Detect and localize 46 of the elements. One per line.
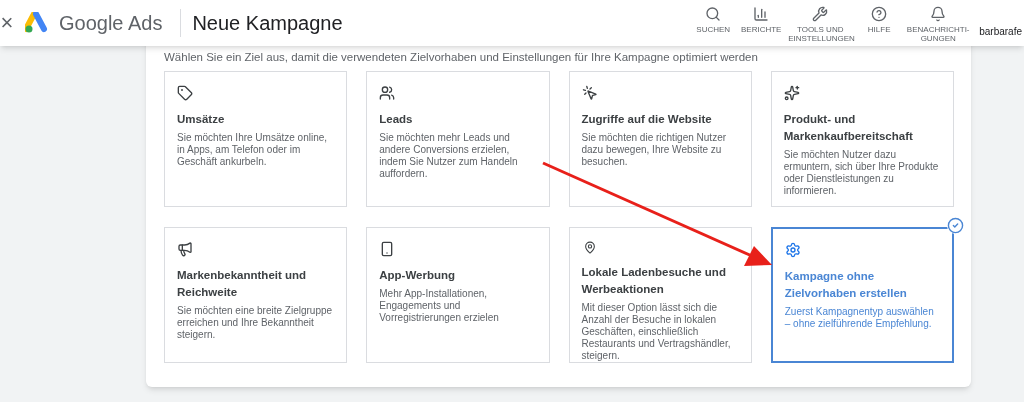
goal-description: Sie möchten mehr Leads und andere Conversions erzielen, indem Sie Nutzer zum Handeln auffordern. bbox=[379, 132, 519, 180]
people-icon bbox=[379, 85, 396, 101]
nav-button[interactable]: TOOLS UND EINSTELLUNGEN bbox=[785, 0, 856, 46]
goal-card[interactable]: Produkt- und Markenkaufbereitschaft Sie möchten Nutzer dazu ermuntern, sich über Ihre Produkte oder Dienstleistungen zu informieren. bbox=[770, 71, 954, 207]
user-name: barbarafe bbox=[979, 25, 1022, 39]
goal-title: Kampagne ohne Zielvorhaben erstellen bbox=[784, 269, 908, 301]
nav-button[interactable]: BENACHRICHTI-GUNGEN bbox=[903, 0, 974, 46]
close-button[interactable]: × bbox=[0, 12, 14, 34]
check-icon bbox=[947, 217, 964, 234]
bell-icon bbox=[930, 6, 947, 22]
goal-description: Sie möchten eine breite Zielgruppe erreichen und Ihre Bekanntheit steigern. bbox=[177, 305, 334, 341]
goal-title: Zugriffe auf die Website bbox=[581, 112, 712, 127]
tag-icon bbox=[177, 85, 193, 101]
goal-card[interactable]: Lokale Ladenbesuche und Werbeaktionen Mit dieser Option lässt sich die Anzahl der Besuche in lokalen Geschäften, einschließlich Restaurants und Vertragshändler, steigern. bbox=[568, 227, 752, 363]
goal-description: Mehr App-Installationen, Engagements und Vorregistrierungen erzielen bbox=[379, 288, 500, 324]
goal-card[interactable]: App-Werbung Mehr App-Installationen, Engagements und Vorregistrierungen erzielen bbox=[366, 227, 550, 363]
gear-icon bbox=[784, 242, 801, 258]
goal-card[interactable]: Leads Sie möchten mehr Leads und andere Conversions erzielen, indem Sie Nutzer zum Handeln auffordern. bbox=[366, 71, 550, 207]
goal-title: Leads bbox=[379, 112, 413, 127]
megaphone-icon bbox=[177, 241, 193, 257]
product-name: Google Ads bbox=[59, 11, 163, 36]
sparkles-icon bbox=[783, 85, 800, 101]
goal-description: Sie möchten Ihre Umsätze online, in Apps, am Telefon oder im Geschäft ankurbeln. bbox=[177, 132, 329, 168]
goal-title: Umsätze bbox=[177, 112, 225, 127]
help-icon bbox=[871, 6, 888, 22]
nav-button[interactable]: HILFE bbox=[855, 0, 904, 46]
goal-title: Produkt- und Markenkaufbereitschaft bbox=[783, 112, 914, 144]
wrench-icon bbox=[812, 6, 829, 22]
intro-text: Wählen Sie ein Ziel aus, damit die verwendeten Zielvorhaben und Einstellungen für Ihre Kampagne optimiert werden bbox=[164, 50, 759, 64]
cursor-click-icon bbox=[581, 85, 598, 101]
goal-title: Lokale Ladenbesuche und Werbeaktionen bbox=[581, 265, 727, 297]
goal-description: Sie möchten Nutzer dazu ermuntern, sich über Ihre Produkte oder Dienstleistungen zu informieren. bbox=[783, 149, 940, 197]
goal-card[interactable]: Kampagne ohne Zielvorhaben erstellen Zuerst Kampagnentyp auswählen – ohne zielführende Empfehlung. bbox=[770, 227, 954, 363]
goal-description: Zuerst Kampagnentyp auswählen – ohne zielführende Empfehlung. bbox=[784, 306, 935, 330]
bar-chart-icon bbox=[753, 6, 770, 22]
nav-button[interactable]: SUCHEN bbox=[689, 0, 738, 46]
page-title: Neue Kampagne bbox=[192, 11, 343, 36]
nav-button[interactable]: BERICHTE bbox=[737, 0, 786, 46]
goal-title: Markenbekanntheit und Reichweite bbox=[177, 268, 308, 300]
goal-card[interactable]: Markenbekanntheit und Reichweite Sie möchten eine breite Zielgruppe erreichen und Ihre Bekanntheit steigern. bbox=[164, 227, 348, 363]
goal-description: Mit dieser Option lässt sich die Anzahl der Besuche in lokalen Geschäften, einschließlich Restaurants und Vertragshändler, steigern. bbox=[581, 302, 732, 362]
goal-card[interactable]: Zugriffe auf die Website Sie möchten die richtigen Nutzer dazu bewegen, Ihre Website zu besuchen. bbox=[568, 71, 752, 207]
goal-title: App-Werbung bbox=[379, 268, 456, 283]
goal-card[interactable]: Umsätze Sie möchten Ihre Umsätze online, in Apps, am Telefon oder im Geschäft ankurbeln. bbox=[164, 71, 348, 207]
goal-description: Sie möchten die richtigen Nutzer dazu bewegen, Ihre Website zu besuchen. bbox=[581, 132, 728, 168]
search-icon bbox=[705, 6, 722, 22]
